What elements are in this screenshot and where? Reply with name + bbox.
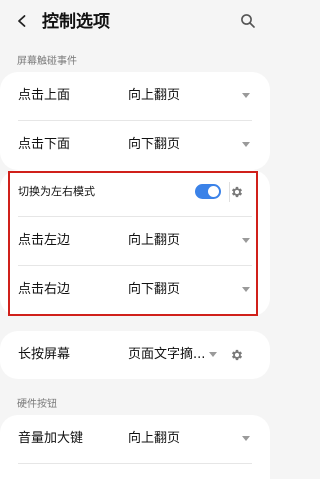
- long-press-row[interactable]: 长按屏幕 页面文字摘...: [0, 331, 270, 379]
- long-press-value: 页面文字摘...: [128, 347, 206, 362]
- divider: [18, 463, 252, 464]
- tap-right-value: 向下翻页: [128, 282, 181, 297]
- gear-icon[interactable]: [230, 185, 244, 199]
- tap-right-label: 点击右边: [18, 282, 71, 297]
- tap-right-row[interactable]: 点击右边 向下翻页: [0, 266, 270, 314]
- lr-mode-card: 切换为左右模式 点击左边 向上翻页 点击右边 向下翻页: [0, 170, 270, 316]
- search-icon: [241, 14, 255, 28]
- tap-bottom-row[interactable]: 点击下面 向下翻页: [0, 121, 270, 169]
- touch-card-top: 点击上面 向上翻页 点击下面 向下翻页: [0, 72, 270, 170]
- chevron-down-icon: [209, 352, 217, 357]
- long-press-label: 长按屏幕: [18, 347, 71, 362]
- search-button[interactable]: [236, 9, 260, 33]
- section-header-hardware: 硬件按钮: [17, 399, 57, 410]
- tap-top-value: 向上翻页: [128, 88, 181, 103]
- back-arrow-icon: [18, 15, 26, 27]
- chevron-down-icon: [242, 287, 250, 292]
- long-press-card: 长按屏幕 页面文字摘...: [0, 331, 270, 379]
- tap-top-row[interactable]: 点击上面 向上翻页: [0, 72, 270, 120]
- volume-up-value: 向上翻页: [128, 431, 181, 446]
- tap-left-row[interactable]: 点击左边 向上翻页: [0, 217, 270, 265]
- lr-mode-switch[interactable]: [195, 184, 221, 199]
- volume-up-label: 音量加大键: [18, 431, 84, 446]
- hardware-card: 音量加大键 向上翻页: [0, 415, 270, 479]
- tap-top-label: 点击上面: [18, 88, 71, 103]
- page-title: 控制选项: [42, 12, 110, 32]
- app-bar: 控制选项: [0, 0, 270, 44]
- gear-icon[interactable]: [230, 348, 244, 362]
- chevron-down-icon: [242, 93, 250, 98]
- tap-bottom-value: 向下翻页: [128, 137, 181, 152]
- volume-up-row[interactable]: 音量加大键 向上翻页: [0, 415, 270, 463]
- chevron-down-icon: [242, 142, 250, 147]
- tap-left-value: 向上翻页: [128, 233, 181, 248]
- lr-mode-toggle-row[interactable]: 切换为左右模式: [0, 170, 270, 214]
- tap-bottom-label: 点击下面: [18, 137, 71, 152]
- tap-left-label: 点击左边: [18, 233, 71, 248]
- chevron-down-icon: [242, 238, 250, 243]
- back-button[interactable]: [10, 9, 34, 33]
- section-header-touch: 屏幕触碰事件: [17, 56, 77, 67]
- chevron-down-icon: [242, 436, 250, 441]
- switch-knob: [208, 186, 219, 197]
- lr-mode-label: 切换为左右模式: [18, 185, 95, 198]
